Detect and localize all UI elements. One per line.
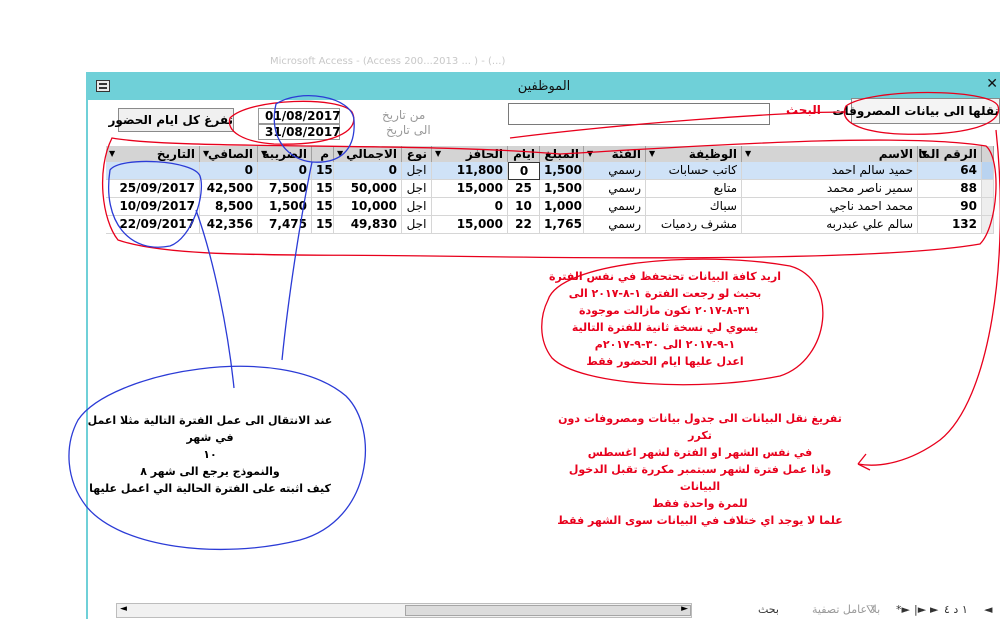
blue-line-down bbox=[195, 209, 235, 389]
nav-new-record-icon[interactable]: ►* bbox=[896, 603, 910, 618]
red-arrow-right bbox=[857, 129, 1000, 466]
red-connector-search bbox=[509, 111, 847, 139]
red-loop-dates bbox=[228, 100, 355, 145]
red-loop-big bbox=[102, 137, 997, 259]
red-arrowhead bbox=[857, 453, 871, 471]
blue-loop-date-column bbox=[108, 160, 202, 248]
blue-line-to-dates bbox=[281, 161, 313, 361]
blue-loop-note3 bbox=[68, 365, 366, 551]
nav-next-icon[interactable]: ► bbox=[930, 603, 938, 618]
record-indicator[interactable]: ١ د ٤ bbox=[944, 603, 968, 618]
annotation-drawing-overlay bbox=[68, 91, 1000, 551]
scroll-right-icon[interactable]: ► bbox=[681, 604, 688, 614]
filter-icon[interactable]: ⛛ bbox=[866, 603, 875, 618]
horizontal-scrollbar[interactable]: ◄ ► bbox=[116, 603, 692, 618]
red-loop-note1 bbox=[541, 258, 824, 386]
red-loop-move-button bbox=[843, 91, 1000, 135]
search-box-nav[interactable]: بحث bbox=[758, 603, 779, 618]
nav-last-icon[interactable]: ►| bbox=[914, 603, 926, 618]
scroll-left-icon[interactable]: ◄ bbox=[120, 604, 127, 614]
nav-prev-icon[interactable]: ◄ bbox=[984, 603, 992, 618]
scrollbar-thumb[interactable] bbox=[405, 605, 691, 616]
